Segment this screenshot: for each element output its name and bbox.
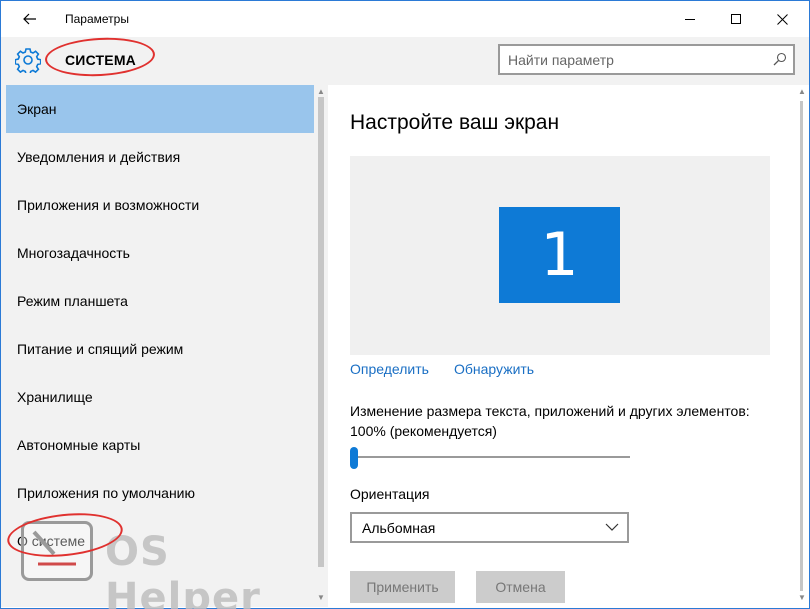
- sidebar-item-label: Многозадачность: [17, 245, 130, 261]
- sidebar-item-default-apps[interactable]: Приложения по умолчанию: [6, 469, 314, 517]
- orientation-select[interactable]: Альбомная: [350, 512, 629, 543]
- settings-window: Параметры СИСТЕМА Найти параметр Экран У…: [0, 0, 810, 609]
- sidebar-item-apps-features[interactable]: Приложения и возможности: [6, 181, 314, 229]
- sidebar-item-label: Экран: [17, 101, 57, 117]
- sidebar-item-label: Режим планшета: [17, 293, 128, 309]
- close-button[interactable]: [759, 1, 805, 37]
- sidebar-scrollbar[interactable]: ▲ ▼: [314, 85, 328, 607]
- scale-slider-track[interactable]: [350, 456, 630, 458]
- maximize-icon: [730, 13, 741, 24]
- sidebar-item-label: Приложения по умолчанию: [17, 485, 195, 501]
- display-arrangement-area: 1: [350, 156, 770, 355]
- app-title: Параметры: [65, 12, 129, 26]
- apply-button[interactable]: Применить: [350, 571, 455, 603]
- sidebar-scroll-thumb[interactable]: [318, 97, 324, 567]
- sidebar-item-label: Уведомления и действия: [17, 149, 181, 165]
- scroll-up-icon[interactable]: ▲: [795, 87, 809, 96]
- search-icon[interactable]: [773, 52, 787, 66]
- identify-link[interactable]: Определить: [350, 361, 429, 377]
- sidebar-item-label: Питание и спящий режим: [17, 341, 184, 357]
- sidebar-item-power-sleep[interactable]: Питание и спящий режим: [6, 325, 314, 373]
- sidebar-item-about[interactable]: О системе: [6, 517, 314, 565]
- sidebar: Экран Уведомления и действия Приложения …: [1, 85, 314, 607]
- main-content: Настройте ваш экран 1 Определить Обнаруж…: [328, 85, 795, 607]
- minimize-button[interactable]: [667, 1, 713, 37]
- main-scrollbar[interactable]: ▲ ▼: [795, 85, 809, 607]
- sidebar-item-storage[interactable]: Хранилище: [6, 373, 314, 421]
- monitor-number: 1: [540, 220, 579, 290]
- orientation-value: Альбомная: [362, 519, 436, 536]
- settings-header: СИСТЕМА: [1, 35, 809, 85]
- monitor-tile[interactable]: 1: [499, 207, 620, 303]
- scale-slider-thumb[interactable]: [350, 447, 358, 469]
- back-arrow-icon: [23, 13, 36, 25]
- search-input[interactable]: [508, 51, 768, 69]
- main-scroll-thumb[interactable]: [800, 101, 803, 591]
- minimize-icon: [684, 18, 695, 20]
- sidebar-item-label: О системе: [17, 533, 86, 549]
- sidebar-item-notifications[interactable]: Уведомления и действия: [6, 133, 314, 181]
- scroll-down-icon[interactable]: ▼: [314, 593, 328, 602]
- orientation-label: Ориентация: [350, 486, 430, 502]
- detect-link[interactable]: Обнаружить: [454, 361, 534, 377]
- cancel-button[interactable]: Отмена: [476, 571, 565, 603]
- scroll-down-icon[interactable]: ▼: [795, 593, 809, 602]
- maximize-button[interactable]: [713, 1, 759, 37]
- sidebar-item-label: Автономные карты: [17, 437, 141, 453]
- sidebar-item-tablet-mode[interactable]: Режим планшета: [6, 277, 314, 325]
- sidebar-item-multitasking[interactable]: Многозадачность: [6, 229, 314, 277]
- scroll-up-icon[interactable]: ▲: [314, 87, 328, 96]
- section-title: СИСТЕМА: [65, 52, 136, 68]
- sidebar-item-label: Хранилище: [17, 389, 93, 405]
- scale-label: Изменение размера текста, приложений и д…: [350, 403, 750, 439]
- page-title: Настройте ваш экран: [350, 111, 560, 134]
- search-box[interactable]: [498, 44, 795, 75]
- title-bar: Параметры: [1, 1, 809, 37]
- sidebar-item-offline-maps[interactable]: Автономные карты: [6, 421, 314, 469]
- sidebar-item-display[interactable]: Экран: [6, 85, 314, 133]
- sidebar-item-label: Приложения и возможности: [17, 197, 200, 213]
- close-icon: [776, 13, 788, 25]
- back-button[interactable]: [15, 7, 45, 31]
- chevron-down-icon: [605, 523, 619, 531]
- gear-icon: [15, 48, 41, 73]
